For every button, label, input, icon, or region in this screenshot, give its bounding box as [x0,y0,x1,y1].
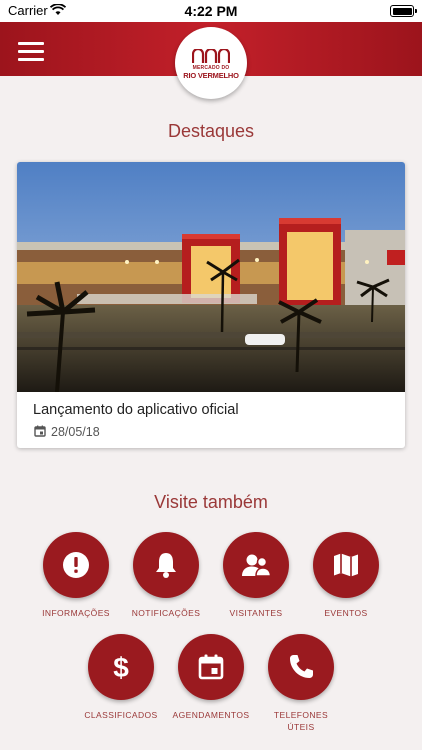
shortcut-agendamentos[interactable]: AGENDAMENTOS [161,634,261,730]
shortcut-label: NOTIFICAÇÕES [131,608,201,618]
shortcut-visitantes[interactable]: VISITANTES [206,532,306,628]
menu-icon [18,42,44,45]
menu-button[interactable] [18,42,44,62]
shortcut-label: AGENDAMENTOS [172,710,250,720]
bell-icon [156,553,176,578]
status-bar: Carrier 4:22 PM [0,0,422,22]
calendar-icon [34,425,46,437]
phone-icon [290,655,313,678]
logo-arches-icon [192,49,230,63]
shortcut-label: INFORMAÇÕES [42,608,110,618]
news-card[interactable]: Lançamento do aplicativo oficial 28/05/1… [17,162,405,448]
highlights-title: Destaques [167,121,255,141]
dollar-icon: $ [113,652,129,683]
logo-line2: RIO VERMELHO [183,71,239,80]
shortcut-classificados[interactable]: $ CLASSIFICADOS [71,634,171,730]
shortcut-circle [223,532,289,598]
people-icon [242,554,272,577]
shortcut-label: EVENTOS [324,608,368,618]
logo: MERCADO DO RIO VERMELHO [175,27,247,99]
shortcut-label: TELEFONES ÚTEIS [273,710,329,732]
info-icon [63,552,89,578]
shortcut-circle [133,532,199,598]
map-icon [334,553,358,577]
shortcut-circle [43,532,109,598]
battery-icon [390,5,417,17]
shortcut-label: CLASSIFICADOS [84,710,158,720]
news-card-title: Lançamento do aplicativo oficial [33,402,239,418]
shortcut-eventos[interactable]: EVENTOS [296,532,396,628]
shortcut-label: VISITANTES [229,608,283,618]
news-card-date: 28/05/18 [51,425,100,439]
shortcut-circle: $ [88,634,154,700]
shortcut-circle [178,634,244,700]
shortcut-telefones-uteis[interactable]: TELEFONES ÚTEIS [251,634,351,732]
calendar-icon [198,654,224,680]
news-card-image [17,162,405,392]
clock-label: 4:22 PM [184,3,238,19]
shortcut-informacoes[interactable]: INFORMAÇÕES [26,532,126,628]
svg-text:$: $ [113,652,129,683]
shortcut-notificacoes[interactable]: NOTIFICAÇÕES [116,532,216,628]
shortcut-circle [268,634,334,700]
shortcut-circle [313,532,379,598]
visit-title: Visite também [154,492,268,512]
